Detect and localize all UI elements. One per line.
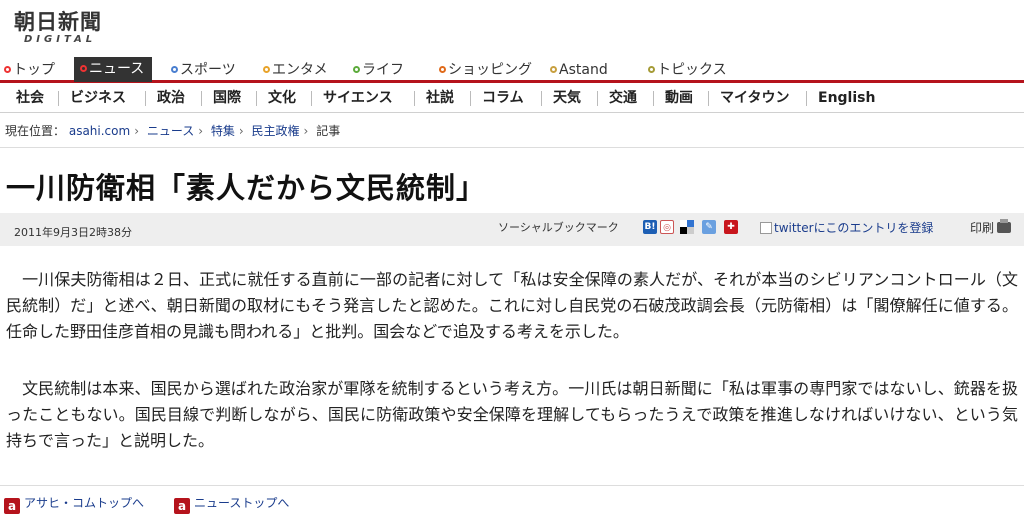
divider xyxy=(708,91,709,106)
chevron-right-icon: › xyxy=(238,124,244,138)
breadcrumb-prefix: 現在位置： xyxy=(5,124,66,138)
breadcrumb-current: 記事 xyxy=(316,124,341,138)
top-navigation: トップ ニュース スポーツ エンタメ ライフ ショッピング Astand トピッ… xyxy=(0,55,1024,83)
article-headline: 一川防衛相「素人だから文民統制」 xyxy=(6,171,487,205)
nav-top[interactable]: トップ xyxy=(4,58,55,82)
article-paragraph: 文民統制は本来、国民から選ばれた政治家が軍隊を統制するという考え方。一川氏は朝日… xyxy=(6,379,1018,450)
breadcrumb-link[interactable]: 民主政権 xyxy=(252,124,300,138)
divider xyxy=(0,485,1024,486)
subnav-item[interactable]: 社説 xyxy=(426,85,454,112)
chevron-right-icon: › xyxy=(134,124,139,138)
divider xyxy=(201,91,202,106)
nav-label: トップ xyxy=(13,62,55,78)
divider xyxy=(597,91,598,106)
article-paragraph: 一川保夫防衛相は２日、正式に就任する直前に一部の記者に対して「私は安全保障の素人… xyxy=(6,270,1018,341)
divider xyxy=(541,91,542,106)
logo-title: 朝日新聞 xyxy=(14,9,102,34)
subnav-item[interactable]: 交通 xyxy=(609,85,637,112)
divider xyxy=(58,91,59,106)
site-logo[interactable]: 朝日新聞 DIGITAL xyxy=(14,6,134,46)
breadcrumb-link[interactable]: asahi.com xyxy=(69,124,130,138)
footer-link-label: ニューストップへ xyxy=(194,496,290,510)
divider xyxy=(414,91,415,106)
footer-link-label: アサヒ・コムトップへ xyxy=(24,496,145,510)
subnav-item[interactable]: コラム xyxy=(482,85,524,112)
printer-icon xyxy=(997,219,1012,233)
dot-icon xyxy=(550,66,557,73)
subnav-item[interactable]: 国際 xyxy=(213,85,241,112)
asahi-a-icon: a xyxy=(4,498,20,514)
dot-icon xyxy=(171,66,178,73)
subnav-item[interactable]: 動画 xyxy=(665,85,693,112)
print-label: 印刷 xyxy=(970,221,995,235)
delicious-icon[interactable] xyxy=(680,220,694,234)
logo-subtitle: DIGITAL xyxy=(24,34,97,45)
nav-label: スポーツ xyxy=(180,62,236,78)
dot-icon xyxy=(648,66,655,73)
breadcrumb-link[interactable]: ニュース xyxy=(147,124,194,138)
divider xyxy=(145,91,146,106)
divider xyxy=(0,147,1024,148)
nav-shopping[interactable]: ショッピング xyxy=(439,58,532,82)
article-date: 2011年9月3日2時38分 xyxy=(14,226,132,239)
subnav-item[interactable]: マイタウン xyxy=(720,85,789,112)
breadcrumb: 現在位置： asahi.com › ニュース › 特集 › 民主政権 › 記事 xyxy=(5,122,340,139)
asahi-top-link[interactable]: a アサヒ・コムトップへ xyxy=(4,494,144,514)
divider xyxy=(470,91,471,106)
chevron-right-icon: › xyxy=(198,124,204,138)
asahi-a-icon: a xyxy=(174,498,190,514)
social-bookmark-label: ソーシャルブックマーク xyxy=(498,221,619,234)
divider xyxy=(311,91,312,106)
subnav-item[interactable]: 文化 xyxy=(268,85,296,112)
subnav-item-english[interactable]: English xyxy=(818,85,875,112)
chevron-right-icon: › xyxy=(303,124,309,138)
nav-sports[interactable]: スポーツ xyxy=(171,58,236,82)
nav-topics[interactable]: トピックス xyxy=(648,58,727,82)
divider xyxy=(806,91,807,106)
divider xyxy=(653,91,654,106)
dot-icon xyxy=(263,66,270,73)
subnav-item[interactable]: 天気 xyxy=(553,85,581,112)
livedoor-clip-icon[interactable]: ✚ xyxy=(724,220,738,234)
nav-label: エンタメ xyxy=(272,62,328,78)
divider xyxy=(256,91,257,106)
nav-label: Astand xyxy=(559,62,608,78)
pencil-bookmark-icon[interactable]: ✎ xyxy=(702,220,716,234)
twitter-icon xyxy=(760,222,772,234)
nav-label: ショッピング xyxy=(448,62,532,78)
nav-label: トピックス xyxy=(657,62,727,78)
nav-label: ニュース xyxy=(89,61,145,77)
nav-news[interactable]: ニュース xyxy=(74,57,153,82)
twitter-link[interactable]: twitterにこのエントリを登録 xyxy=(760,219,933,236)
dot-icon xyxy=(80,65,87,72)
breadcrumb-link[interactable]: 特集 xyxy=(211,124,235,138)
nav-label: ライフ xyxy=(362,62,404,78)
news-top-link[interactable]: a ニューストップへ xyxy=(174,494,289,514)
subnav-item[interactable]: ビジネス xyxy=(70,85,126,112)
dot-icon xyxy=(439,66,446,73)
nav-astand[interactable]: Astand xyxy=(550,58,608,82)
subnav-item[interactable]: 政治 xyxy=(157,85,185,112)
buzzurl-icon[interactable]: ◎ xyxy=(660,220,674,234)
dot-icon xyxy=(4,66,11,73)
subnav-item[interactable]: サイエンス xyxy=(323,85,393,112)
sub-navigation: 社会 ビジネス 政治 国際 文化 サイエンス 社説 コラム 天気 交通 動画 マ… xyxy=(0,85,1024,113)
twitter-label: twitterにこのエントリを登録 xyxy=(774,221,934,235)
print-button[interactable]: 印刷 xyxy=(970,219,1012,236)
nav-entame[interactable]: エンタメ xyxy=(263,58,328,82)
hatena-bookmark-icon[interactable]: B! xyxy=(643,220,657,234)
article-info-bar: 2011年9月3日2時38分 ソーシャルブックマーク B! ◎ ✎ ✚ twit… xyxy=(0,213,1024,246)
nav-life[interactable]: ライフ xyxy=(353,58,404,82)
subnav-item[interactable]: 社会 xyxy=(16,85,44,112)
dot-icon xyxy=(353,66,360,73)
